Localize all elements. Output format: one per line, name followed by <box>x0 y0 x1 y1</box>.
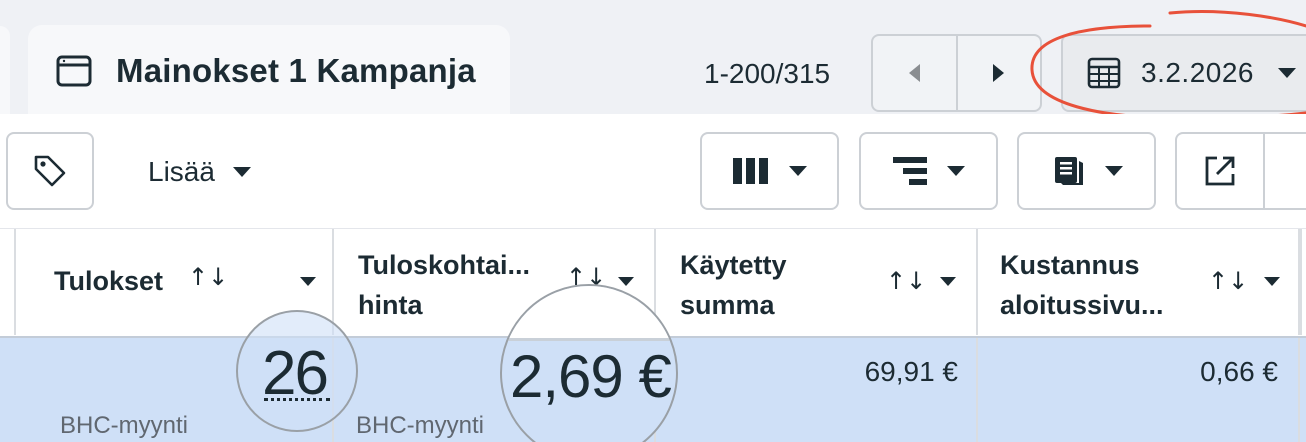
pagination-count: 1-200/315 <box>704 58 831 89</box>
column-label-line2: summa <box>680 290 775 320</box>
sort-icon[interactable]: ↑↓ <box>1208 267 1248 295</box>
tag-icon <box>34 155 66 187</box>
magnified-divider <box>502 338 676 341</box>
button-divider <box>1263 134 1265 208</box>
next-arrow-icon <box>993 64 1005 82</box>
export-button[interactable] <box>1175 132 1306 210</box>
column-label: Tulokset <box>54 266 164 296</box>
column-header-next[interactable] <box>1300 229 1306 335</box>
pagination-controls <box>871 34 1042 112</box>
previous-tab-edge[interactable] <box>0 26 10 114</box>
chevron-down-icon <box>1278 68 1296 78</box>
column-label-line2: aloitussivu... <box>1000 290 1164 320</box>
ad-window-icon <box>56 55 92 87</box>
magnified-header-area <box>502 286 676 338</box>
reports-icon <box>1054 157 1083 185</box>
cost-per-result-value: 2,69 € <box>510 343 672 410</box>
date-value: 3.2.2026 <box>1141 57 1254 88</box>
calendar-icon <box>1087 57 1121 89</box>
columns-button[interactable] <box>700 132 839 210</box>
column-label-line2: hinta <box>358 290 423 320</box>
tab-title: Mainokset 1 Kampanja <box>116 52 476 89</box>
sort-icon[interactable]: ↑↓ <box>886 267 926 295</box>
columns-icon <box>732 158 768 184</box>
cost-landing-value: 0,66 € <box>1200 356 1278 387</box>
chevron-down-icon <box>788 166 807 176</box>
toolbar: Lisää <box>0 114 1306 228</box>
tab-ads[interactable]: Mainokset 1 Kampanja <box>28 25 510 117</box>
chevron-down-icon <box>1104 166 1123 176</box>
result-type-label: BHC-myynti <box>60 412 189 439</box>
date-range-picker[interactable]: 3.2.2026 <box>1061 34 1306 112</box>
export-icon <box>1205 156 1235 186</box>
add-more-label: Lisää <box>148 156 215 187</box>
column-label: Tuloskohtai... <box>358 250 531 280</box>
reports-button[interactable] <box>1017 132 1156 210</box>
sort-icon[interactable]: ↑↓ <box>188 263 228 291</box>
next-page-button[interactable] <box>958 36 1041 110</box>
chevron-down-icon <box>232 167 251 177</box>
result-type-label: BHC-myynti <box>356 412 485 439</box>
previous-page-button[interactable] <box>873 36 958 110</box>
column-label: Käytetty <box>680 250 787 280</box>
chevron-down-icon <box>946 166 965 176</box>
amount-spent-value: 69,91 € <box>864 356 958 387</box>
previous-arrow-icon <box>908 64 920 82</box>
cell-amount-spent[interactable]: 69,91 € <box>656 338 978 442</box>
breakdown-icon <box>892 157 927 185</box>
chevron-down-icon[interactable] <box>1264 277 1280 286</box>
column-header-amount-spent[interactable]: Käytetty summa ↑↓ <box>656 229 978 335</box>
breakdown-button[interactable] <box>859 132 998 210</box>
chevron-down-icon[interactable] <box>940 277 956 286</box>
cell-cost-landing-page[interactable]: 0,66 € <box>978 338 1300 442</box>
ads-manager-screen: Mainokset 1 Kampanja 1-200/315 3.2.2026 <box>0 0 1306 442</box>
magnifier-results: 26 <box>236 310 358 432</box>
dotted-underline <box>264 398 330 401</box>
column-header-cost-landing-page[interactable]: Kustannus aloitussivu... ↑↓ <box>978 229 1300 335</box>
tag-button[interactable] <box>6 132 94 210</box>
chevron-down-icon[interactable] <box>300 277 316 286</box>
column-label: Kustannus <box>1000 250 1140 280</box>
add-more-button[interactable]: Lisää <box>148 156 251 188</box>
magnifier-cost-per-result: 2,69 € <box>500 284 678 442</box>
chevron-down-icon[interactable] <box>618 277 634 286</box>
